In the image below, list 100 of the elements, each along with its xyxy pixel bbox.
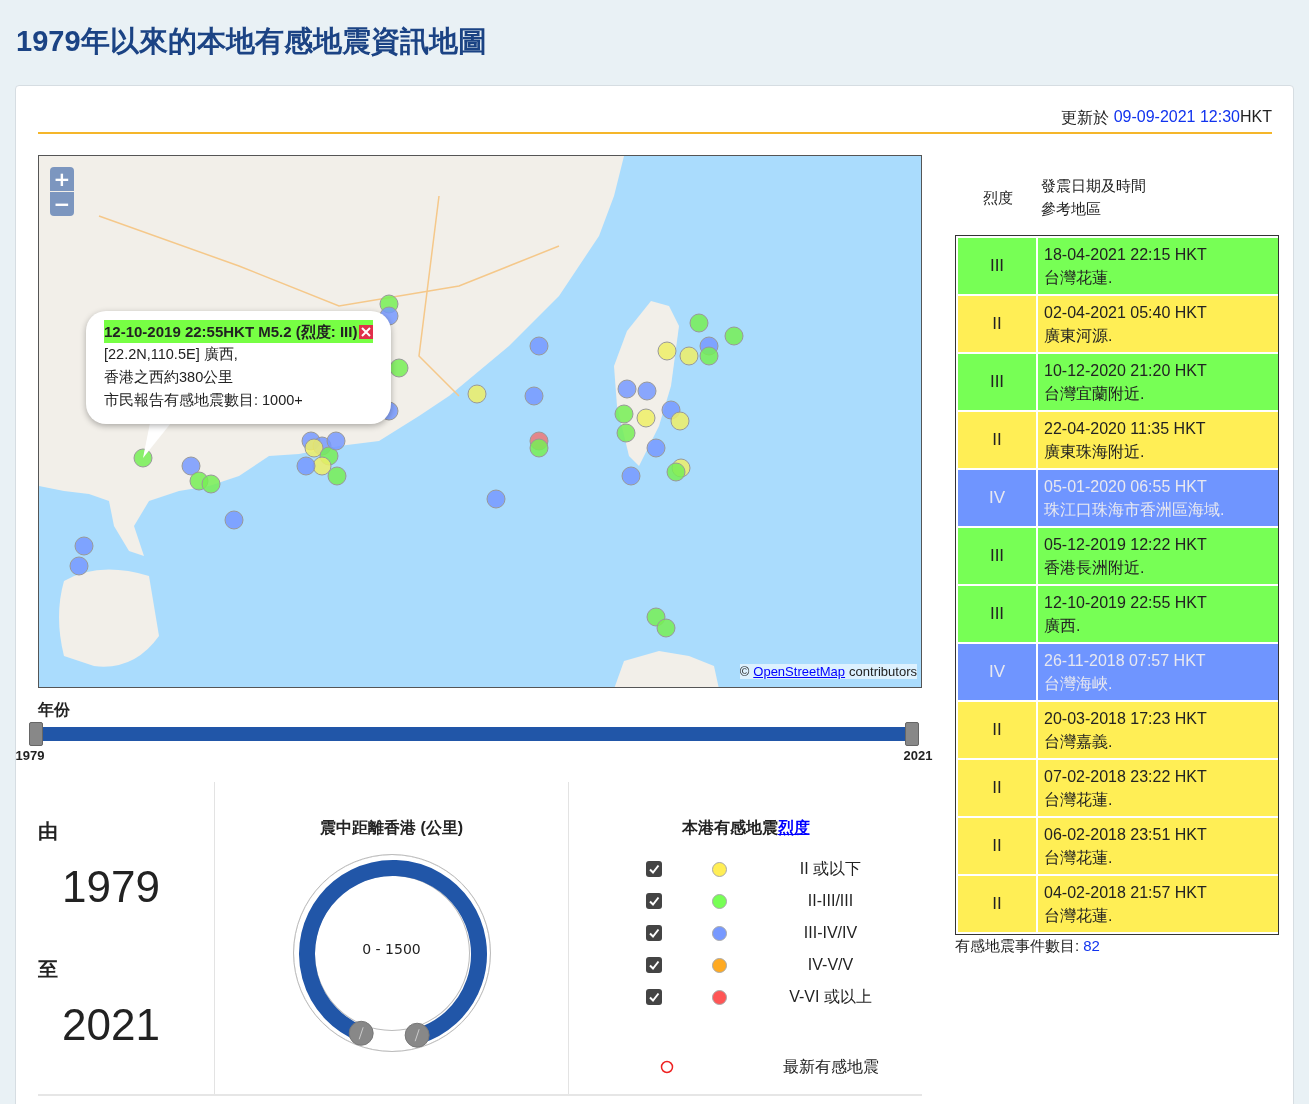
popup-text: [22.2N,110.5E] 廣西, (104, 345, 239, 364)
intensity-cell: III (958, 528, 1036, 584)
earthquake-marker[interactable] (724, 326, 744, 346)
intensity-cell: II (958, 818, 1036, 874)
earthquake-marker[interactable] (614, 404, 634, 424)
intensity-cell: II (958, 702, 1036, 758)
intensity-cell: II (958, 760, 1036, 816)
earthquake-marker[interactable] (133, 448, 153, 468)
event-place: 廣東河源. (1044, 326, 1114, 346)
event-place: 台灣海峽. (1044, 674, 1114, 694)
event-datetime: 20-03-2018 17:23 HKT (1044, 709, 1208, 729)
intensity-cell: IV (958, 470, 1036, 526)
popup-title: 12-10-2019 22:55HKT M5.2 (烈度: III) (104, 322, 358, 342)
earthquake-marker[interactable] (312, 456, 332, 476)
event-datetime: 26-11-2018 07:57 HKT (1044, 651, 1207, 671)
earthquake-marker[interactable] (389, 358, 409, 378)
event-datetime: 22-04-2020 11:35 HKT (1044, 419, 1207, 439)
checkbox[interactable] (645, 861, 662, 877)
event-place: 台灣花蓮. (1044, 268, 1114, 288)
count-label: 有感地震事件數目: (955, 937, 1080, 956)
earthquake-marker[interactable] (529, 438, 549, 458)
earthquake-marker[interactable] (670, 411, 690, 431)
slider-handle[interactable] (29, 722, 43, 746)
earthquake-marker[interactable] (657, 341, 677, 361)
event-datetime: 04-02-2018 21:57 HKT (1044, 883, 1208, 903)
event-datetime: 06-02-2018 23:51 HKT (1044, 825, 1208, 845)
from-label: 由 (38, 819, 59, 842)
intensity-cell: III (958, 354, 1036, 410)
intensity-cell: II (958, 296, 1036, 352)
event-datetime: 05-12-2019 12:22 HKT (1044, 535, 1208, 555)
earthquake-marker[interactable] (296, 456, 316, 476)
checkbox[interactable] (645, 957, 662, 973)
intensity-label: V-VI 或以上 (788, 986, 873, 1007)
popup-text: 香港之西約380公里 (104, 368, 235, 387)
earthquake-marker[interactable] (224, 510, 244, 530)
checkbox[interactable] (645, 893, 662, 909)
earthquake-marker[interactable] (699, 346, 719, 366)
earthquake-marker[interactable] (621, 466, 641, 486)
distance-title: 震中距離香港 (公里) (319, 818, 464, 838)
event-place: 台灣花蓮. (1044, 790, 1114, 810)
event-datetime: 12-10-2019 22:55 HKT (1044, 593, 1208, 613)
update-time: 09-09-2021 12:30 (1113, 108, 1240, 127)
slider-handle[interactable] (905, 722, 919, 746)
event-place: 台灣嘉義. (1044, 732, 1114, 752)
distance-range: 0 - 1500 (361, 941, 422, 957)
time-zone: HKT (1240, 108, 1272, 127)
earthquake-marker[interactable] (486, 489, 506, 509)
page-title: 1979年以來的本地有感地震資訊地圖 (15, 24, 488, 59)
event-datetime: 07-02-2018 23:22 HKT (1044, 767, 1208, 787)
intensity-cell: II (958, 876, 1036, 932)
earthquake-marker[interactable] (181, 456, 201, 476)
slider-label: 年份 (38, 700, 71, 720)
earthquake-marker[interactable] (656, 618, 676, 638)
close-icon[interactable] (359, 324, 374, 339)
from-year: 1979 (62, 862, 161, 912)
earthquake-marker[interactable] (524, 386, 544, 406)
column-header: 烈度 (982, 187, 1014, 208)
event-datetime: 05-01-2020 06:55 HKT (1044, 477, 1208, 497)
copyright-symbol: © (739, 664, 750, 679)
earthquake-marker[interactable] (327, 466, 347, 486)
checkbox[interactable] (645, 925, 662, 941)
earthquake-marker[interactable] (646, 438, 666, 458)
column-header: 發震日期及時間 (1041, 176, 1147, 196)
earthquake-marker[interactable] (69, 556, 89, 576)
ring-handle[interactable] (348, 1020, 374, 1046)
update-label: 更新於 (1060, 108, 1109, 128)
legend-title: 本港有感地震 (681, 818, 778, 838)
earthquake-marker[interactable] (467, 384, 487, 404)
ring-handle[interactable] (404, 1022, 430, 1048)
ring-marker-icon (659, 1060, 674, 1074)
earthquake-marker[interactable] (666, 462, 686, 482)
intensity-link[interactable]: 烈度 (777, 818, 810, 839)
latest-label: 最新有感地震 (781, 1056, 880, 1077)
earthquake-marker[interactable] (616, 423, 636, 443)
event-place: 廣東珠海附近. (1044, 442, 1146, 462)
event-datetime: 02-04-2021 05:40 HKT (1044, 303, 1208, 323)
event-place: 香港長洲附近. (1044, 558, 1146, 578)
event-place: 廣西. (1044, 616, 1082, 636)
earthquake-marker[interactable] (74, 536, 94, 556)
earthquake-marker[interactable] (689, 313, 709, 333)
earthquake-marker[interactable] (304, 438, 324, 458)
earthquake-marker[interactable] (679, 346, 699, 366)
to-label: 至 (38, 957, 59, 980)
event-count: 82 (1083, 937, 1100, 956)
year-tick-label: 2021 (903, 748, 933, 763)
event-datetime: 18-04-2021 22:15 HKT (1044, 245, 1208, 265)
earthquake-marker[interactable] (617, 379, 637, 399)
earthquake-marker[interactable] (636, 408, 656, 428)
earthquake-marker[interactable] (326, 431, 346, 451)
earthquake-marker[interactable] (529, 336, 549, 356)
earthquake-marker[interactable] (201, 474, 221, 494)
event-datetime: 10-12-2020 21:20 HKT (1044, 361, 1208, 381)
openstreetmap-link[interactable]: OpenStreetMap (753, 664, 846, 679)
intensity-label: IV-V/V (806, 956, 855, 974)
checkbox[interactable] (645, 989, 662, 1005)
event-place: 台灣花蓮. (1044, 906, 1114, 926)
intensity-label: II-III/III (806, 892, 855, 910)
earthquake-marker[interactable] (637, 381, 657, 401)
popup-text: 市民報告有感地震數目: 1000+ (104, 391, 304, 410)
intensity-label: II 或以下 (798, 858, 863, 879)
